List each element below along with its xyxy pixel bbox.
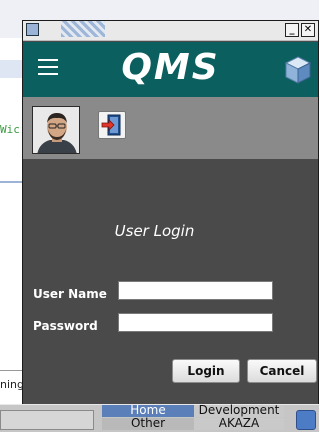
app-header: QMS: [23, 42, 318, 97]
user-avatar[interactable]: [32, 106, 80, 154]
close-button[interactable]: ✕: [301, 23, 315, 37]
avatar-photo: [33, 107, 79, 153]
username-input[interactable]: [118, 281, 273, 300]
workspace-other[interactable]: Other: [102, 417, 194, 430]
taskbar-task-button[interactable]: [0, 410, 94, 430]
background-code-fragment: Wic: [0, 123, 20, 136]
background-selection-strip: [0, 60, 22, 78]
background-divider: [0, 370, 22, 371]
background-divider: [0, 181, 22, 183]
username-label: User Name: [33, 287, 107, 301]
background-text-fragment: ning: [0, 378, 24, 391]
login-panel: User Login User Name Password Login Canc…: [23, 159, 318, 404]
logout-icon: [101, 114, 121, 136]
login-title: User Login: [114, 222, 195, 240]
cancel-button[interactable]: Cancel: [247, 359, 317, 383]
password-label: Password: [33, 319, 98, 333]
titlebar-pattern: [61, 21, 105, 37]
qms-window: _ ✕ QMS User Login User Name Password Lo…: [22, 20, 319, 404]
app-title: QMS: [121, 47, 220, 88]
cube-icon: [284, 56, 312, 84]
window-icon[interactable]: [26, 23, 39, 36]
profile-bar: [23, 97, 318, 159]
login-button[interactable]: Login: [172, 359, 240, 383]
logout-button[interactable]: [98, 111, 126, 139]
window-titlebar[interactable]: _ ✕: [23, 21, 318, 41]
password-input[interactable]: [118, 313, 273, 332]
taskbar-app-icon[interactable]: [296, 410, 316, 430]
minimize-button[interactable]: _: [285, 23, 299, 37]
workspace-akaza[interactable]: AKAZA: [194, 417, 284, 430]
